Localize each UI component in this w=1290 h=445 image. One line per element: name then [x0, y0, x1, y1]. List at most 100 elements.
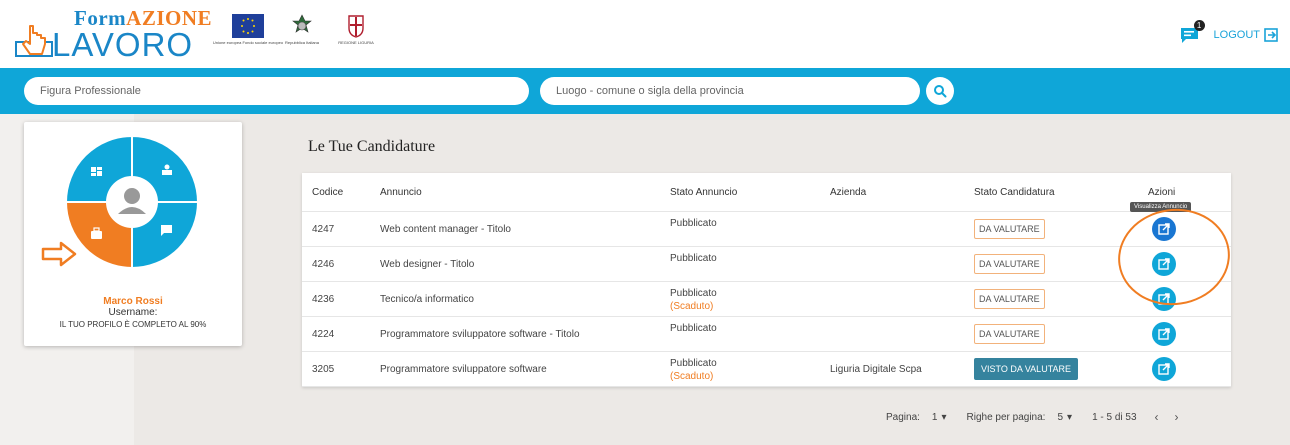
emblem-liguria: REGIONE LIGURIA	[336, 14, 376, 52]
institution-emblems: Unione europea Fondo sociale europeo Rep…	[213, 14, 376, 52]
cell-stato-candidatura: DA VALUTARE	[974, 317, 1045, 351]
notification-badge: 1	[1193, 20, 1205, 31]
rows-value: 5	[1057, 411, 1064, 423]
status-badge[interactable]: DA VALUTARE	[974, 324, 1045, 344]
caret-down-icon: ▾	[941, 411, 947, 423]
cell-azioni	[1140, 352, 1176, 386]
cell-annuncio: Programmatore sviluppatore software - Ti…	[380, 328, 580, 340]
table-header: Codice Annuncio Stato Annuncio Azienda S…	[302, 173, 1231, 212]
emblem-italy: Repubblica Italiana	[282, 14, 322, 52]
cell-azioni	[1140, 212, 1176, 246]
search-icon	[934, 85, 947, 98]
cell-annuncio: Web designer - Titolo	[380, 258, 475, 270]
emblem-eu: Unione europea Fondo sociale europeo	[213, 14, 283, 52]
page-label: Pagina:	[886, 411, 920, 423]
open-external-icon	[1158, 223, 1170, 235]
candidature-table: Codice Annuncio Stato Annuncio Azienda S…	[302, 173, 1237, 387]
candidature-section: Le Tue Candidature Codice Annuncio Stato…	[288, 114, 1248, 445]
logout-button[interactable]: LOGOUT	[1214, 28, 1278, 42]
pagination: Pagina: 1 ▾ Righe per pagina: 5 ▾ 1 - 5 di…	[886, 410, 1179, 424]
cell-azioni	[1140, 247, 1176, 281]
logo-subtitle: LAVORO	[52, 26, 194, 63]
stato-text: Pubblicato	[670, 288, 717, 299]
column-header: Azienda	[830, 186, 867, 198]
open-external-icon	[1158, 293, 1170, 305]
view-annuncio-button[interactable]	[1152, 322, 1176, 346]
stato-expired: (Scaduto)	[670, 301, 714, 312]
search-button[interactable]	[926, 77, 954, 105]
notifications-button[interactable]: 1	[1180, 20, 1205, 44]
figura-professionale-input[interactable]	[24, 77, 529, 105]
status-badge[interactable]: VISTO DA VALUTARE	[974, 358, 1079, 380]
cell-annuncio: Web content manager - Titolo	[380, 223, 511, 235]
rows-per-page-select[interactable]: 5 ▾	[1057, 412, 1072, 423]
cell-stato-annuncio: Pubblicato (Scaduto)	[670, 352, 717, 386]
stato-text: Pubblicato	[670, 323, 717, 334]
prev-page-button[interactable]: ‹	[1155, 410, 1159, 424]
cell-stato-candidatura: DA VALUTARE	[974, 212, 1045, 246]
cell-annuncio: Programmatore sviluppatore software	[380, 363, 547, 375]
view-annuncio-button[interactable]	[1152, 252, 1176, 276]
hand-pointer-icon	[15, 25, 53, 57]
column-header: Stato Annuncio	[670, 186, 738, 198]
status-badge[interactable]: DA VALUTARE	[974, 254, 1045, 274]
view-annuncio-button[interactable]	[1152, 357, 1176, 381]
stato-text: Pubblicato	[670, 218, 717, 229]
status-badge[interactable]: DA VALUTARE	[974, 219, 1045, 239]
cell-stato-candidatura: DA VALUTARE	[974, 247, 1045, 281]
cell-stato-annuncio: Pubblicato	[670, 247, 717, 281]
main-area: Marco Rossi Username: IL TUO PROFILO È C…	[0, 114, 1290, 445]
logout-icon	[1264, 28, 1278, 42]
liguria-emblem-icon	[348, 15, 364, 38]
table-row: 4246 Web designer - Titolo Pubblicato DA…	[302, 247, 1231, 282]
emblem-caption: REGIONE LIGURIA	[338, 40, 374, 45]
caret-down-icon: ▾	[1067, 411, 1073, 423]
profile-card: Marco Rossi Username: IL TUO PROFILO È C…	[24, 122, 242, 346]
stato-text: Pubblicato	[670, 358, 717, 369]
view-annuncio-button[interactable]	[1152, 217, 1176, 241]
open-external-icon	[1158, 363, 1170, 375]
logout-label: LOGOUT	[1213, 29, 1260, 41]
stato-text: Pubblicato	[670, 253, 717, 264]
cell-stato-candidatura: DA VALUTARE	[974, 282, 1045, 316]
header: FormAZIONE LAVORO Unione europea Fondo s…	[0, 0, 1290, 68]
cell-stato-annuncio: Pubblicato	[670, 317, 717, 351]
status-badge[interactable]: DA VALUTARE	[974, 289, 1045, 309]
cell-stato-annuncio: Pubblicato	[670, 212, 717, 246]
column-header: Stato Candidatura	[974, 186, 1055, 198]
column-header: Annuncio	[380, 186, 422, 198]
italy-emblem-icon	[292, 14, 312, 33]
luogo-input[interactable]	[540, 77, 920, 105]
profile-completion: IL TUO PROFILO È COMPLETO AL 90%	[59, 320, 207, 329]
open-external-icon	[1158, 258, 1170, 270]
emblem-caption: Repubblica Italiana	[284, 40, 320, 45]
cell-azioni	[1140, 282, 1176, 316]
eu-flag-icon	[232, 14, 264, 38]
open-external-icon	[1158, 328, 1170, 340]
tooltip: Visualizza Annuncio	[1130, 202, 1192, 212]
profile-name: Marco Rossi	[103, 296, 163, 307]
cell-stato-annuncio: Pubblicato (Scaduto)	[670, 282, 717, 316]
rows-per-page-label: Righe per pagina:	[966, 411, 1046, 423]
arrow-right-icon	[41, 241, 77, 267]
profile-menu-wheel	[66, 136, 198, 268]
cell-stato-candidatura: VISTO DA VALUTARE	[974, 352, 1079, 386]
header-actions: 1 LOGOUT	[1180, 20, 1278, 44]
page-range: 1 - 5 di 53	[1092, 411, 1137, 423]
view-annuncio-button[interactable]	[1152, 287, 1176, 311]
cell-codice: 4236	[312, 293, 335, 305]
search-bar	[0, 68, 1290, 114]
cell-azienda: Liguria Digitale Scpa	[830, 363, 922, 375]
table-row: 3205 Programmatore sviluppatore software…	[302, 352, 1231, 387]
stato-expired: (Scaduto)	[670, 371, 714, 382]
table-row: 4224 Programmatore sviluppatore software…	[302, 317, 1231, 352]
cell-codice: 4224	[312, 328, 335, 340]
cell-codice: 3205	[312, 363, 335, 375]
formazione-lavoro-logo[interactable]: FormAZIONE LAVORO	[14, 6, 212, 63]
column-header: Codice	[312, 186, 344, 198]
profile-username-label: Username:	[108, 307, 158, 318]
table-row: 4236 Tecnico/a informatico Pubblicato (Sc…	[302, 282, 1231, 317]
page-select[interactable]: 1 ▾	[932, 412, 947, 423]
cell-codice: 4247	[312, 223, 335, 235]
next-page-button[interactable]: ›	[1175, 410, 1179, 424]
